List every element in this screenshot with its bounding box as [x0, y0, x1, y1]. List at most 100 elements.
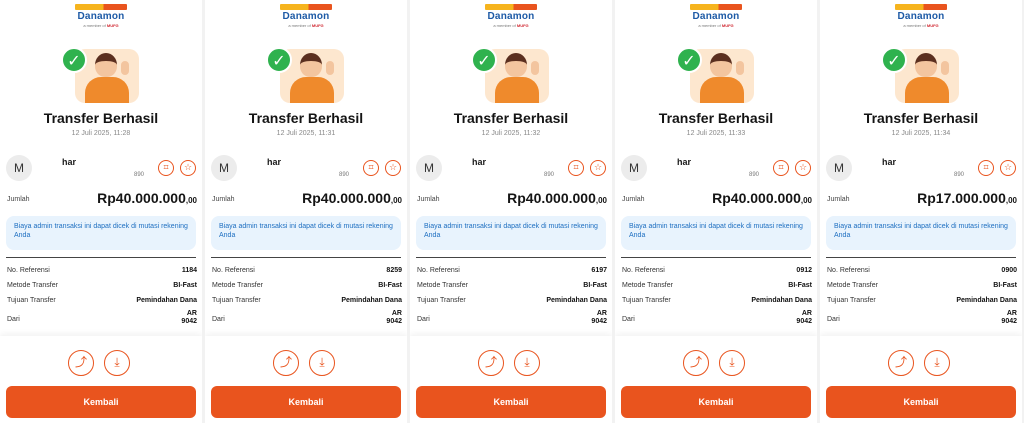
check-circle-icon: ✓: [676, 47, 702, 73]
amount-label: Jumlah: [212, 196, 235, 203]
amount-label: Jumlah: [827, 196, 850, 203]
danamon-logo: Danamon a member of MUFG: [410, 4, 612, 28]
tag-icon[interactable]: ⌗: [978, 160, 994, 176]
brand-name: Danamon: [487, 11, 535, 22]
divider: [826, 257, 1016, 258]
transaction-date: 12 Juli 2025, 11:34: [891, 130, 951, 137]
transaction-date: 12 Juli 2025, 11:32: [481, 130, 541, 137]
danamon-logo: Danamon a member of MUFG: [820, 4, 1022, 28]
tag-icon[interactable]: ⌗: [158, 160, 174, 176]
check-circle-icon: ✓: [471, 47, 497, 73]
recipient-account: 890: [749, 172, 760, 178]
check-circle-icon: ✓: [881, 47, 907, 73]
back-button[interactable]: Kembali: [621, 386, 811, 418]
tag-icon[interactable]: ⌗: [568, 160, 584, 176]
amount-value: Rp17.000.000,00: [917, 190, 1017, 206]
back-button[interactable]: Kembali: [826, 386, 1016, 418]
success-illustration: ✓: [676, 45, 756, 103]
transaction-date: 12 Juli 2025, 11:33: [686, 130, 746, 137]
receipt-card: Danamon a member of MUFG ✓ Transfer Berh…: [205, 0, 407, 423]
download-icon[interactable]: ⤓: [924, 350, 950, 376]
page-title: Transfer Berhasil: [863, 110, 979, 126]
info-banner: Biaya admin transaksi ini dapat dicek di…: [621, 216, 811, 250]
share-icon[interactable]: ⤴: [888, 350, 914, 376]
check-circle-icon: ✓: [266, 47, 292, 73]
success-illustration: ✓: [266, 45, 346, 103]
amount-value: Rp40.000.000,00: [302, 190, 402, 206]
download-icon[interactable]: ⤓: [514, 350, 540, 376]
star-icon[interactable]: ☆: [1000, 160, 1016, 176]
recipient-name: har: [62, 157, 77, 167]
logo-mark-icon: [280, 4, 332, 10]
amount-value: Rp40.000.000,00: [507, 190, 607, 206]
amount-value: Rp40.000.000,00: [97, 190, 197, 206]
info-banner: Biaya admin transaksi ini dapat dicek di…: [416, 216, 606, 250]
back-button[interactable]: Kembali: [6, 386, 196, 418]
divider: [621, 257, 811, 258]
download-icon[interactable]: ⤓: [719, 350, 745, 376]
recipient-account: 890: [339, 172, 350, 178]
page-title: Transfer Berhasil: [43, 110, 159, 126]
success-illustration: ✓: [471, 45, 551, 103]
share-icon[interactable]: ⤴: [478, 350, 504, 376]
logo-mark-icon: [690, 4, 742, 10]
share-icon[interactable]: ⤴: [273, 350, 299, 376]
recipient-account: 890: [544, 172, 555, 178]
transaction-date: 12 Juli 2025, 11:31: [276, 130, 336, 137]
share-icon[interactable]: ⤴: [683, 350, 709, 376]
danamon-logo: Danamon a member of MUFG: [615, 4, 817, 28]
success-illustration: ✓: [881, 45, 961, 103]
page-title: Transfer Berhasil: [453, 110, 569, 126]
brand-tagline: a member of MUFG: [288, 23, 324, 28]
recipient-account: 890: [954, 172, 965, 178]
amount-value: Rp40.000.000,00: [712, 190, 812, 206]
receipt-card: Danamon a member of MUFG ✓ Transfer Berh…: [0, 0, 202, 423]
star-icon[interactable]: ☆: [385, 160, 401, 176]
star-icon[interactable]: ☆: [180, 160, 196, 176]
check-circle-icon: ✓: [61, 47, 87, 73]
recipient-name: har: [267, 157, 282, 167]
star-icon[interactable]: ☆: [590, 160, 606, 176]
amount-label: Jumlah: [417, 196, 440, 203]
tag-icon[interactable]: ⌗: [773, 160, 789, 176]
brand-tagline: a member of MUFG: [493, 23, 529, 28]
brand-tagline: a member of MUFG: [83, 23, 119, 28]
recipient-account: 890: [134, 172, 145, 178]
danamon-logo: Danamon a member of MUFG: [0, 4, 202, 28]
avatar: M: [621, 155, 647, 181]
recipient-name: har: [677, 157, 692, 167]
download-icon[interactable]: ⤓: [309, 350, 335, 376]
avatar: M: [211, 155, 237, 181]
tag-icon[interactable]: ⌗: [363, 160, 379, 176]
logo-mark-icon: [75, 4, 127, 10]
receipt-card: Danamon a member of MUFG ✓ Transfer Berh…: [410, 0, 612, 423]
brand-name: Danamon: [282, 11, 330, 22]
avatar: M: [826, 155, 852, 181]
page-title: Transfer Berhasil: [658, 110, 774, 126]
avatar: M: [416, 155, 442, 181]
recipient-name: har: [882, 157, 897, 167]
logo-mark-icon: [485, 4, 537, 10]
amount-label: Jumlah: [622, 196, 645, 203]
back-button[interactable]: Kembali: [211, 386, 401, 418]
back-button[interactable]: Kembali: [416, 386, 606, 418]
transaction-date: 12 Juli 2025, 11:28: [71, 130, 131, 137]
receipt-strip: Danamon a member of MUFG ✓ Transfer Berh…: [0, 0, 1024, 423]
success-illustration: ✓: [61, 45, 141, 103]
star-icon[interactable]: ☆: [795, 160, 811, 176]
brand-tagline: a member of MUFG: [698, 23, 734, 28]
divider: [6, 257, 196, 258]
receipt-card: Danamon a member of MUFG ✓ Transfer Berh…: [820, 0, 1022, 423]
share-icon[interactable]: ⤴: [68, 350, 94, 376]
brand-tagline: a member of MUFG: [903, 23, 939, 28]
divider: [211, 257, 401, 258]
info-banner: Biaya admin transaksi ini dapat dicek di…: [211, 216, 401, 250]
download-icon[interactable]: ⤓: [104, 350, 130, 376]
page-title: Transfer Berhasil: [248, 110, 364, 126]
receipt-card: Danamon a member of MUFG ✓ Transfer Berh…: [615, 0, 817, 423]
brand-name: Danamon: [897, 11, 945, 22]
logo-mark-icon: [895, 4, 947, 10]
info-banner: Biaya admin transaksi ini dapat dicek di…: [826, 216, 1016, 250]
recipient-name: har: [472, 157, 487, 167]
brand-name: Danamon: [77, 11, 125, 22]
